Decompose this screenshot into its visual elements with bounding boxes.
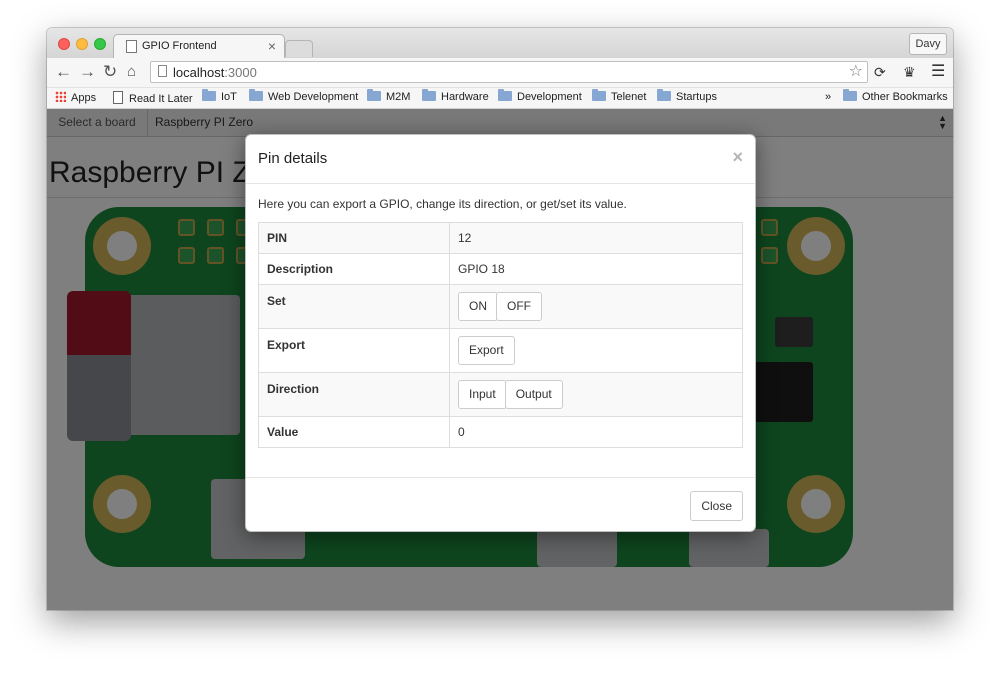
description-label: Description	[258, 253, 450, 285]
profile-button[interactable]: Davy	[909, 33, 947, 55]
bookmark-hardware[interactable]: Hardware	[422, 89, 489, 103]
new-tab-button[interactable]	[285, 40, 313, 57]
set-controls: ON OFF	[449, 284, 743, 329]
tab-strip: GPIO Frontend × Davy	[47, 28, 953, 59]
bookmark-apps[interactable]: Apps	[55, 91, 96, 104]
modal-intro-text: Here you can export a GPIO, change its d…	[258, 197, 627, 211]
folder-icon	[592, 89, 606, 101]
folder-icon	[367, 89, 381, 101]
direction-button-group: Input Output	[458, 380, 563, 409]
pin-details-table: PIN 12 Description GPIO 18 Set ON OFF Exp…	[258, 222, 743, 448]
folder-icon	[422, 89, 436, 101]
table-row: Value 0	[258, 416, 743, 448]
export-label: Export	[258, 328, 450, 373]
table-row: PIN 12	[258, 222, 743, 254]
apps-icon	[55, 91, 66, 102]
folder-icon	[202, 89, 216, 101]
home-icon[interactable]: ⌂	[127, 62, 136, 82]
pin-details-modal: Pin details × Here you can export a GPIO…	[245, 134, 756, 532]
input-button[interactable]: Input	[458, 380, 507, 409]
bookmark-web-development[interactable]: Web Development	[249, 89, 358, 103]
bookmark-read-it-later[interactable]: Read It Later	[113, 91, 193, 105]
modal-header: Pin details ×	[246, 135, 755, 184]
export-button[interactable]: Export	[458, 336, 515, 365]
zoom-window-button[interactable]	[94, 38, 106, 50]
on-button[interactable]: ON	[458, 292, 498, 321]
url-text: localhost:3000	[173, 65, 257, 80]
bookmark-m2m[interactable]: M2M	[367, 89, 410, 103]
export-controls: Export	[449, 328, 743, 373]
pin-label: PIN	[258, 222, 450, 254]
tab-title: GPIO Frontend	[142, 40, 217, 52]
forward-icon[interactable]: →	[79, 62, 96, 82]
table-row: Direction Input Output	[258, 372, 743, 417]
extension-icon[interactable]: ⟳	[874, 64, 886, 81]
output-button[interactable]: Output	[504, 380, 563, 409]
modal-footer-divider	[246, 477, 755, 478]
table-row: Export Export	[258, 328, 743, 373]
close-button[interactable]: Close	[690, 491, 743, 521]
folder-icon	[657, 89, 671, 101]
bookmark-telenet[interactable]: Telenet	[592, 89, 646, 103]
value-value: 0	[449, 416, 743, 448]
table-row: Set ON OFF	[258, 284, 743, 329]
description-value: GPIO 18	[449, 253, 743, 285]
close-icon[interactable]: ×	[732, 147, 743, 168]
bookmark-other-bookmarks[interactable]: Other Bookmarks	[843, 89, 948, 103]
folder-icon	[843, 89, 857, 101]
reload-icon[interactable]: ↻	[103, 62, 117, 82]
modal-title: Pin details	[258, 150, 328, 167]
set-button-group: ON OFF	[458, 292, 542, 321]
page-icon	[158, 65, 167, 77]
table-row: Description GPIO 18	[258, 253, 743, 285]
browser-tab[interactable]: GPIO Frontend ×	[113, 34, 285, 59]
bookmark-iot[interactable]: IoT	[202, 89, 237, 103]
close-window-button[interactable]	[58, 38, 70, 50]
evernote-icon[interactable]: ♛	[903, 64, 916, 81]
menu-icon[interactable]: ☰	[931, 61, 945, 81]
folder-icon	[498, 89, 512, 101]
bookmark-startups[interactable]: Startups	[657, 89, 717, 103]
value-label: Value	[258, 416, 450, 448]
page-icon	[126, 40, 137, 53]
address-bar[interactable]: localhost:3000 ☆	[150, 61, 868, 83]
bookmarks-bar: Apps Read It Later IoT Web Development M…	[47, 88, 953, 109]
browser-toolbar: ← → ↻ ⌂ localhost:3000 ☆ ⟳ ♛ ☰	[47, 58, 953, 88]
off-button[interactable]: OFF	[496, 292, 542, 321]
bookmark-development[interactable]: Development	[498, 89, 582, 103]
folder-icon	[249, 89, 263, 101]
direction-controls: Input Output	[449, 372, 743, 417]
pin-value: 12	[449, 222, 743, 254]
bookmark-star-icon[interactable]: ☆	[849, 61, 863, 81]
tab-close-icon[interactable]: ×	[268, 38, 276, 54]
bookmarks-overflow-button[interactable]: »	[825, 91, 831, 103]
page-icon	[113, 91, 123, 104]
direction-label: Direction	[258, 372, 450, 417]
set-label: Set	[258, 284, 450, 329]
back-icon[interactable]: ←	[55, 62, 72, 82]
minimize-window-button[interactable]	[76, 38, 88, 50]
